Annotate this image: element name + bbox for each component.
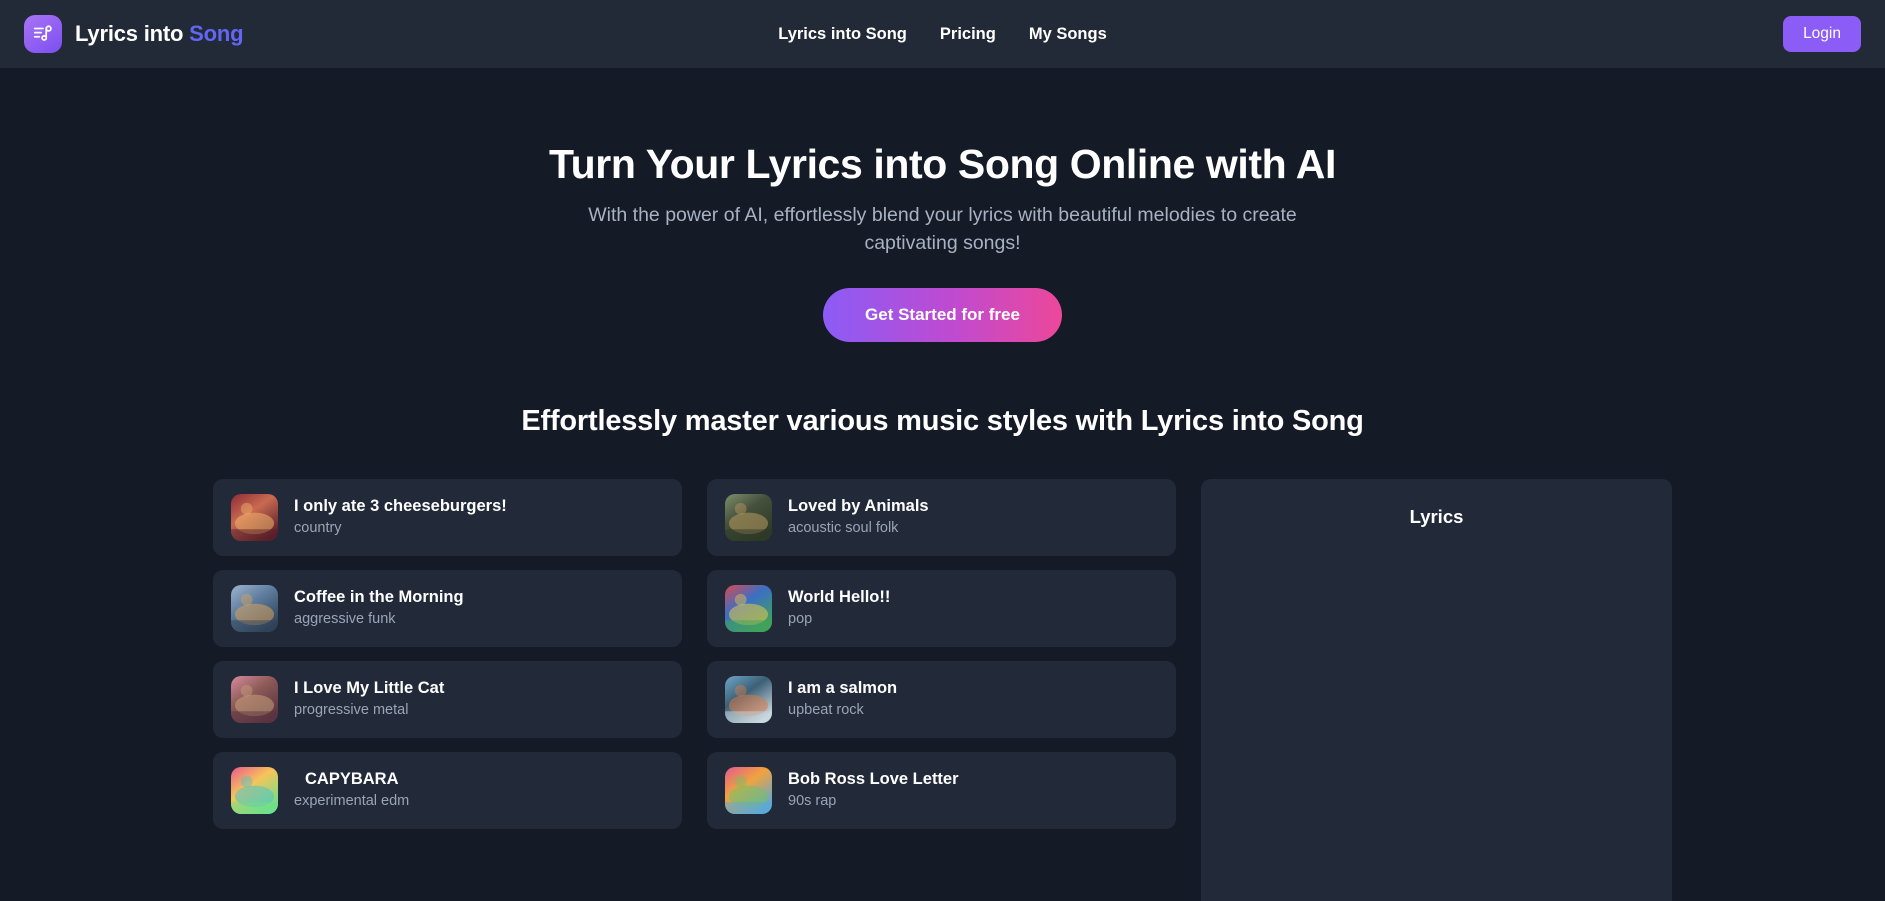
song-meta: I Love My Little Cat progressive metal bbox=[294, 679, 444, 719]
brand-name: Lyrics into Song bbox=[75, 21, 243, 47]
song-title: CAPYBARA bbox=[294, 770, 409, 790]
song-meta: Loved by Animals acoustic soul folk bbox=[788, 497, 929, 537]
song-genre: acoustic soul folk bbox=[788, 520, 929, 537]
music-note-lines-icon bbox=[24, 15, 62, 53]
song-card[interactable]: CAPYBARA experimental edm bbox=[213, 752, 682, 829]
song-card[interactable]: I am a salmon upbeat rock bbox=[707, 661, 1176, 738]
song-card[interactable]: I only ate 3 cheeseburgers! country bbox=[213, 479, 682, 556]
cta-container: Get Started for free bbox=[0, 288, 1885, 342]
song-genre: 90s rap bbox=[788, 793, 959, 810]
login-button[interactable]: Login bbox=[1783, 16, 1861, 52]
nav-item-lyrics-into-song[interactable]: Lyrics into Song bbox=[778, 25, 907, 44]
song-title: I Love My Little Cat bbox=[294, 679, 444, 699]
thumbnail-coffee-cityscape bbox=[231, 585, 278, 632]
brand-name-accent: Song bbox=[189, 21, 243, 46]
song-card[interactable]: Coffee in the Morning aggressive funk bbox=[213, 570, 682, 647]
thumbnail-cat-portrait bbox=[231, 676, 278, 723]
song-genre: aggressive funk bbox=[294, 611, 464, 628]
brand-name-primary: Lyrics into bbox=[75, 21, 189, 46]
song-title: Bob Ross Love Letter bbox=[788, 770, 959, 790]
song-card[interactable]: World Hello!! pop bbox=[707, 570, 1176, 647]
nav-item-pricing[interactable]: Pricing bbox=[940, 25, 996, 44]
song-genre: progressive metal bbox=[294, 702, 444, 719]
thumbnail-world-flags bbox=[725, 585, 772, 632]
lyrics-panel-heading: Lyrics bbox=[1201, 506, 1672, 528]
song-title: Coffee in the Morning bbox=[294, 588, 464, 608]
song-title: Loved by Animals bbox=[788, 497, 929, 517]
song-meta: Bob Ross Love Letter 90s rap bbox=[788, 770, 959, 810]
song-genre: experimental edm bbox=[294, 793, 409, 810]
hero-section: Turn Your Lyrics into Song Online with A… bbox=[0, 68, 1885, 342]
nav-item-my-songs[interactable]: My Songs bbox=[1029, 25, 1107, 44]
song-meta: CAPYBARA experimental edm bbox=[294, 770, 409, 810]
song-title: World Hello!! bbox=[788, 588, 890, 608]
content-area: I only ate 3 cheeseburgers! country Coffee… bbox=[0, 479, 1885, 901]
song-list-left-column: I only ate 3 cheeseburgers! country Coffee… bbox=[213, 479, 682, 829]
get-started-button[interactable]: Get Started for free bbox=[823, 288, 1062, 342]
main-nav: Lyrics into Song Pricing My Songs bbox=[778, 25, 1107, 44]
lyrics-panel[interactable]: Lyrics bbox=[1201, 479, 1672, 901]
song-meta: World Hello!! pop bbox=[788, 588, 890, 628]
song-meta: I am a salmon upbeat rock bbox=[788, 679, 897, 719]
brand-logo[interactable]: Lyrics into Song bbox=[24, 15, 243, 53]
song-genre: upbeat rock bbox=[788, 702, 897, 719]
hero-subtitle: With the power of AI, effortlessly blend… bbox=[563, 202, 1323, 257]
top-navigation-bar: Lyrics into Song Lyrics into Song Pricin… bbox=[0, 0, 1885, 68]
song-list-right-column: Loved by Animals acoustic soul folk World … bbox=[707, 479, 1176, 829]
thumbnail-cheeseburger-diner bbox=[231, 494, 278, 541]
thumbnail-painted-landscape bbox=[725, 767, 772, 814]
song-meta: I only ate 3 cheeseburgers! country bbox=[294, 497, 507, 537]
thumbnail-forest-deer bbox=[725, 494, 772, 541]
song-card[interactable]: Bob Ross Love Letter 90s rap bbox=[707, 752, 1176, 829]
song-card[interactable]: I Love My Little Cat progressive metal bbox=[213, 661, 682, 738]
page-title: Turn Your Lyrics into Song Online with A… bbox=[0, 141, 1885, 188]
lyrics-panel-content[interactable] bbox=[1201, 528, 1672, 901]
song-title: I only ate 3 cheeseburgers! bbox=[294, 497, 507, 517]
section-title: Effortlessly master various music styles… bbox=[0, 405, 1885, 438]
thumbnail-sunset-landscape bbox=[231, 767, 278, 814]
song-genre: pop bbox=[788, 611, 890, 628]
song-card[interactable]: Loved by Animals acoustic soul folk bbox=[707, 479, 1176, 556]
thumbnail-salmon-waterfall bbox=[725, 676, 772, 723]
song-meta: Coffee in the Morning aggressive funk bbox=[294, 588, 464, 628]
song-genre: country bbox=[294, 520, 507, 537]
song-title: I am a salmon bbox=[788, 679, 897, 699]
